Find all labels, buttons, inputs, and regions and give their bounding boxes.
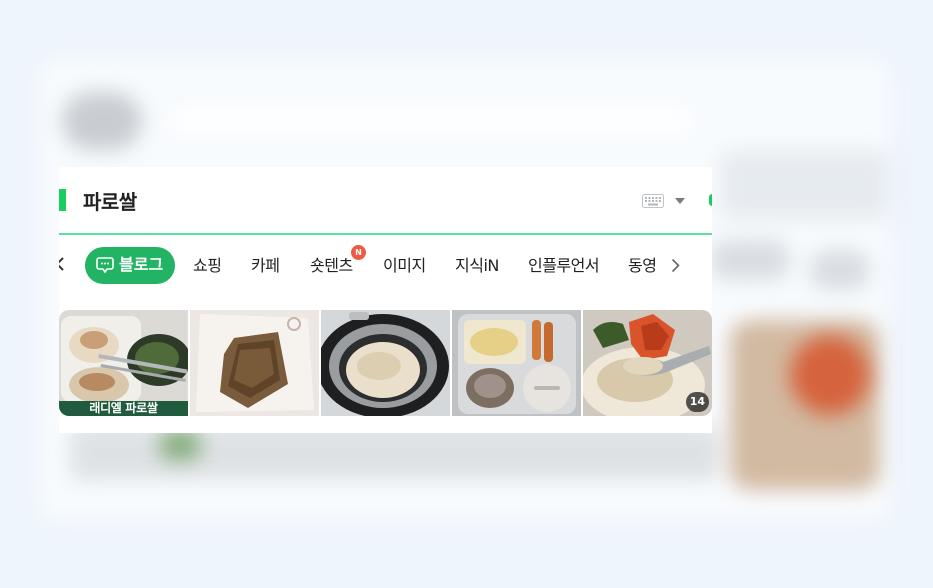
image-thumbnail[interactable]: 14 (583, 310, 712, 416)
tab-blog-label: 블로그 (119, 255, 164, 274)
background-pill (810, 250, 870, 290)
grain-bag-image (190, 310, 319, 416)
lunch-tray-image (452, 310, 581, 416)
tab-video[interactable]: 동영 (628, 252, 657, 282)
background-bar (170, 110, 690, 132)
tab-cafe[interactable]: 카페 (251, 252, 280, 282)
search-underline (59, 233, 712, 235)
tab-influencer[interactable]: 인플루언서 (528, 252, 600, 282)
image-thumbnail[interactable] (321, 310, 450, 416)
background-food-image (790, 335, 870, 415)
image-thumbnail[interactable] (452, 310, 581, 416)
tab-shopping[interactable]: 쇼핑 (193, 252, 222, 282)
image-strip: 래디엘 파로쌀 14 (59, 310, 712, 416)
chevron-right-icon[interactable] (671, 258, 680, 273)
search-panel: 파로쌀 블로그 쇼핑 카페 숏텐츠 N 이미지 지식iN 인플루언서 동영 래디… (59, 167, 712, 433)
tab-blog[interactable]: 블로그 (85, 247, 175, 284)
search-button-edge[interactable] (709, 194, 712, 206)
image-count-badge: 14 (685, 392, 709, 412)
search-bar[interactable]: 파로쌀 (59, 167, 712, 235)
brand-mark (59, 189, 66, 211)
tab-images[interactable]: 이미지 (383, 252, 426, 282)
background-avatar (62, 92, 142, 150)
image-thumbnail[interactable] (190, 310, 319, 416)
search-input[interactable]: 파로쌀 (83, 186, 137, 215)
rice-cooker-image (321, 310, 450, 416)
keyboard-icon[interactable] (642, 194, 664, 208)
background-block (720, 150, 890, 220)
new-badge: N (351, 245, 366, 260)
tab-bar: 블로그 쇼핑 카페 숏텐츠 N 이미지 지식iN 인플루언서 동영 (59, 245, 712, 287)
caret-down-icon[interactable] (675, 198, 685, 204)
tab-knowledge-in[interactable]: 지식iN (455, 252, 499, 282)
background-pill (710, 240, 790, 280)
blog-icon (96, 257, 114, 273)
tab-shortents[interactable]: 숏텐츠 (310, 252, 353, 282)
image-thumbnail[interactable]: 래디엘 파로쌀 (59, 310, 188, 416)
thumbnail-caption: 래디엘 파로쌀 (59, 401, 188, 416)
chevron-left-icon[interactable] (59, 256, 65, 272)
background-blob (160, 430, 200, 460)
